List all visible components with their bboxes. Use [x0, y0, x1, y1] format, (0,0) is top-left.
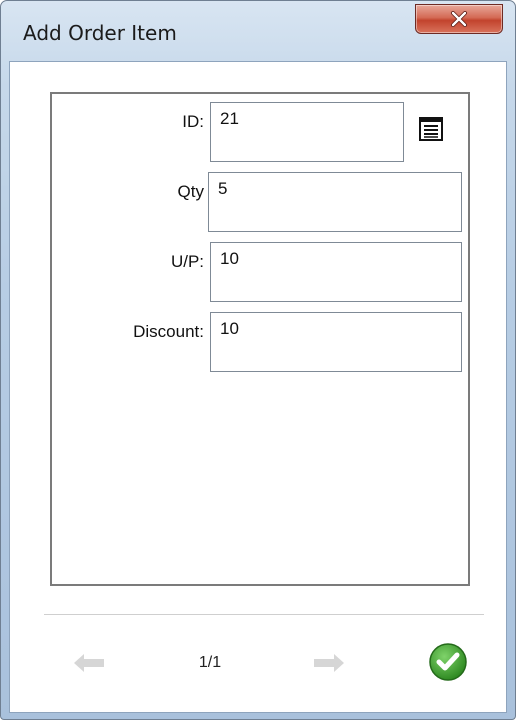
discount-field[interactable]: 10 — [210, 312, 462, 372]
up-label: U/P: — [170, 252, 204, 271]
page-indicator: 1/1 — [198, 654, 222, 671]
unit-price-field[interactable]: 10 — [210, 242, 462, 302]
close-icon — [451, 11, 467, 27]
footer-divider — [44, 614, 484, 615]
arrow-right-icon[interactable] — [312, 652, 346, 674]
form-panel: ID: 21 Qty 5 U/P: 10 Discount: 10 — [50, 92, 470, 586]
arrow-left-icon[interactable] — [72, 652, 106, 674]
dialog-window: Add Order Item ID: 21 Qty 5 U/P: 10 Disc… — [0, 0, 516, 720]
check-circle-icon[interactable] — [428, 642, 468, 682]
discount-label: Discount: — [133, 322, 204, 341]
dialog-body: ID: 21 Qty 5 U/P: 10 Discount: 10 1/1 — [9, 61, 507, 713]
title-bar[interactable]: Add Order Item — [1, 1, 515, 61]
id-field[interactable]: 21 — [210, 102, 404, 162]
qty-label: Qty — [177, 182, 204, 201]
window-title: Add Order Item — [23, 21, 177, 45]
id-label: ID: — [182, 112, 204, 131]
list-lookup-icon[interactable] — [418, 116, 444, 142]
close-button[interactable] — [415, 4, 503, 34]
qty-field[interactable]: 5 — [208, 172, 462, 232]
